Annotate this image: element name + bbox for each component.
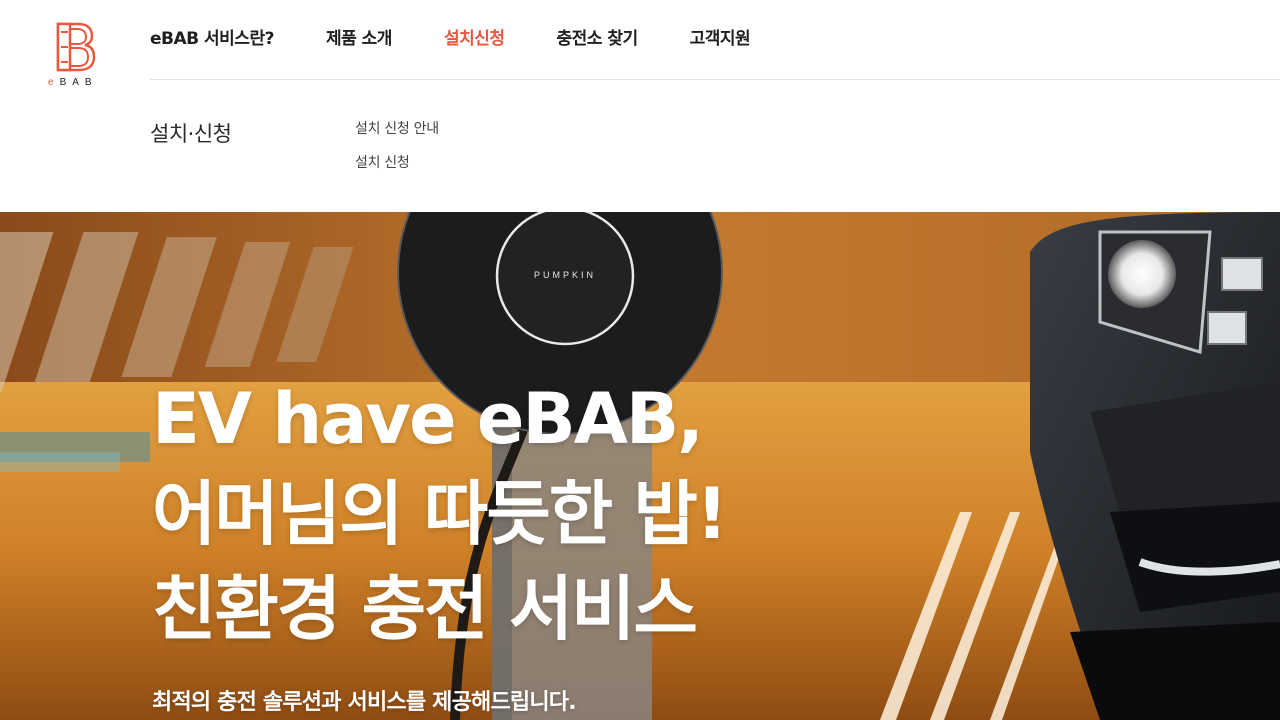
logo-wordmark: eBAB <box>48 77 98 88</box>
nav-divider <box>150 79 1280 80</box>
hero-headline-line-1: EV have eBAB, <box>152 378 704 460</box>
charger-brand-label: PUMPKIN <box>534 270 596 280</box>
main-nav: eBAB 서비스란? 제품 소개 설치신청 충전소 찾기 고객지원 <box>150 22 802 56</box>
submenu-title: 설치·신청 <box>150 122 232 146</box>
nav-item-service[interactable]: eBAB 서비스란? <box>150 22 274 56</box>
logo-wordmark-rest: BAB <box>59 77 98 88</box>
hero-subline: 최적의 충전 솔루션과 서비스를 제공해드립니다. <box>152 690 577 715</box>
site-header: eBAB eBAB 서비스란? 제품 소개 설치신청 충전소 찾기 고객지원 설… <box>0 0 1280 212</box>
hero-headline: EV have eBAB, 어머님의 따듯한 밥! 친환경 충전 서비스 <box>152 372 728 657</box>
nav-item-install[interactable]: 설치신청 <box>444 22 505 56</box>
nav-item-support[interactable]: 고객지원 <box>690 22 751 56</box>
submenu-link-install-apply[interactable]: 설치 신청 <box>355 154 439 173</box>
submenu-link-install-guide[interactable]: 설치 신청 안내 <box>355 120 439 139</box>
hero-headline-line-3: 친환경 충전 서비스 <box>152 568 698 650</box>
submenu-links: 설치 신청 안내 설치 신청 <box>355 120 439 188</box>
nav-item-products[interactable]: 제품 소개 <box>326 22 392 56</box>
hero-banner: PUMPKIN EV have eBAB, 어머님의 따듯한 밥! 친환경 충전… <box>0 212 1280 720</box>
nav-item-find-station[interactable]: 충전소 찾기 <box>557 22 639 56</box>
logo-wordmark-e: e <box>48 77 60 88</box>
hero-headline-line-2: 어머님의 따듯한 밥! <box>152 473 728 555</box>
